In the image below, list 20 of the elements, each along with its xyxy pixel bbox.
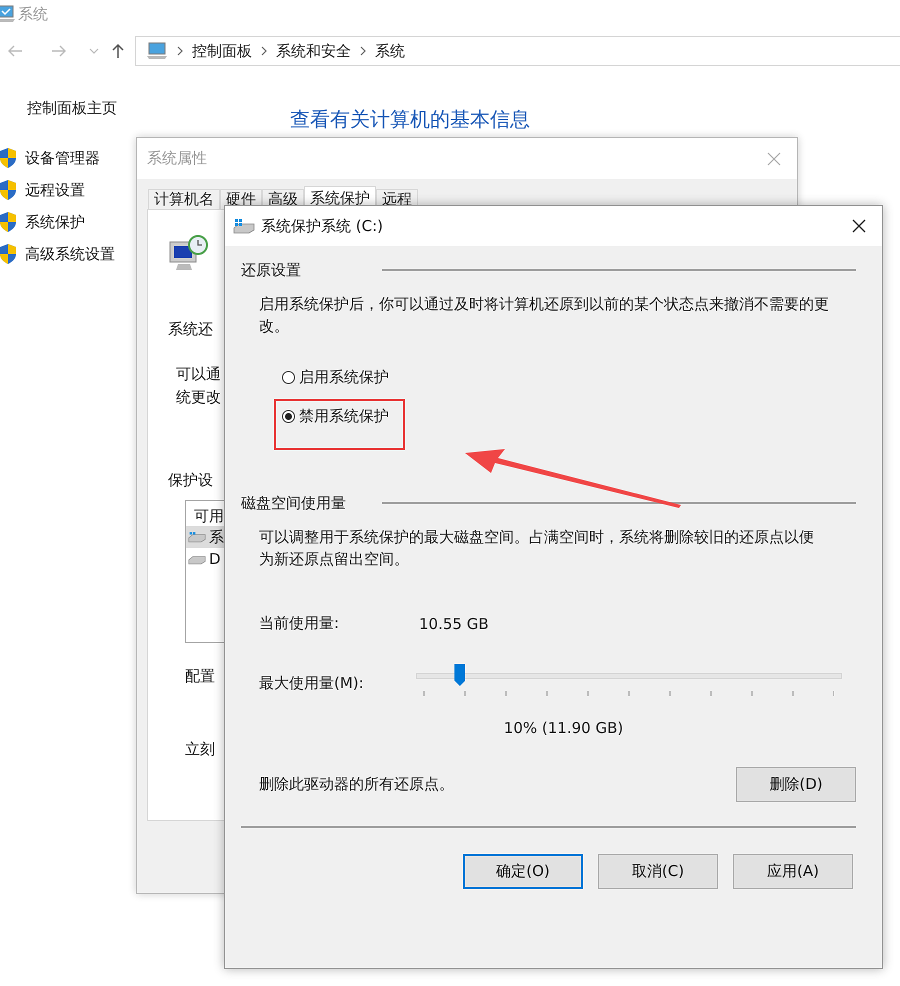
slider-reading: 10% (11.90 GB) (504, 719, 624, 737)
field-label: 当前使用量: (259, 614, 340, 633)
description-text: 配置 (185, 667, 215, 686)
description-text: 可以通 (176, 364, 221, 385)
dialog-title: 系统属性 (147, 149, 207, 168)
section-label: 保护设 (168, 471, 213, 490)
description-text: 统更改 (176, 387, 221, 408)
section-label: 系统还 (168, 320, 213, 339)
column-header: 可用 (194, 507, 225, 526)
group-label: 还原设置 (241, 260, 302, 280)
group-label: 磁盘空间使用量 (241, 494, 347, 512)
description-text: 启用系统保护后，你可以通过及时将计算机还原到以前的某个状态点来撤消不需要的更改。 (259, 294, 830, 337)
description-text: 可以调整用于系统保护的最大磁盘空间。占满空间时，系统将删除较旧的还原点以便为新还原点留出空间。 (259, 527, 815, 570)
usage-value: 10.55 GB (419, 614, 489, 632)
field-label: 最大使用量(M): (259, 674, 365, 692)
page-heading: 查看有关计算机的基本信息 (290, 106, 530, 133)
description-text: 删除此驱动器的所有还原点。 (259, 775, 454, 794)
dialog-title: 系统保护系统 (C:) (261, 216, 383, 236)
description-text: 立刻 (185, 740, 215, 759)
window-title: 系统 (18, 4, 48, 24)
